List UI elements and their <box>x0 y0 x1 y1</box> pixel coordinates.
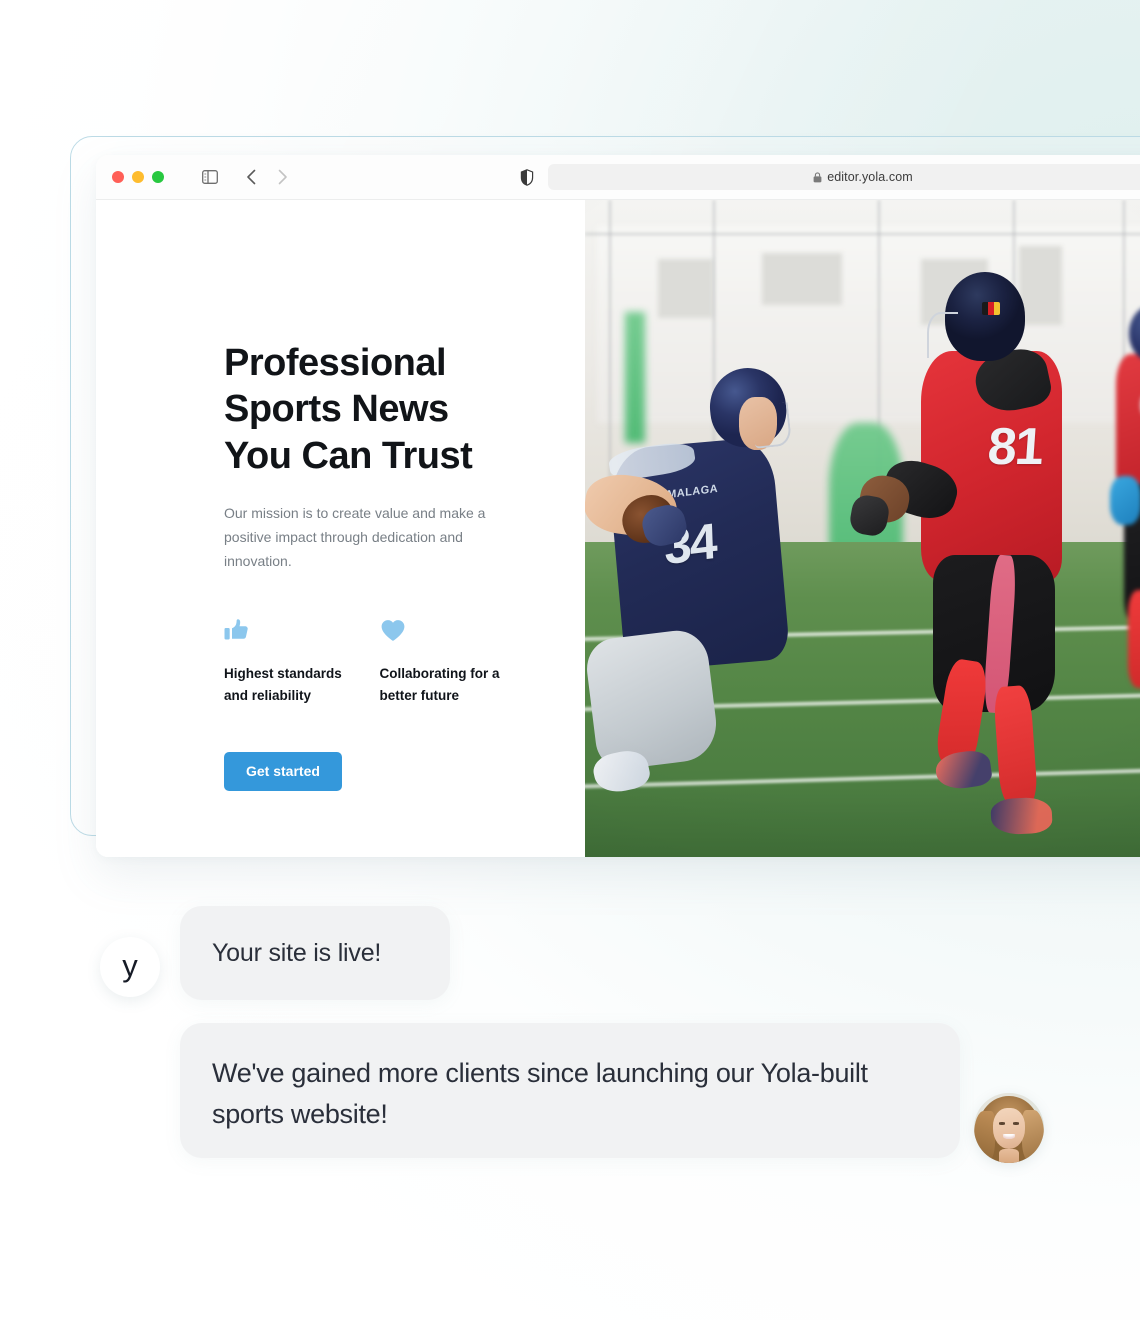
feature-item-collaboration: Collaborating for a better future <box>380 618 536 706</box>
browser-window: editor.yola.com Professional Sports News… <box>96 155 1140 857</box>
client-photo-avatar <box>974 1093 1044 1163</box>
yola-logo-text: y <box>122 947 138 983</box>
site-preview-canvas: Professional Sports News You Can Trust O… <box>96 200 1140 857</box>
hero-text-column: Professional Sports News You Can Trust O… <box>96 200 585 857</box>
toolbar-address-group: editor.yola.com <box>520 164 1140 190</box>
hero-feature-list: Highest standards and reliability Collab… <box>224 618 535 706</box>
heart-icon <box>380 618 536 652</box>
browser-toolbar: editor.yola.com <box>96 155 1140 200</box>
address-bar-content: editor.yola.com <box>813 170 913 184</box>
minimize-window-button[interactable] <box>132 171 144 183</box>
forward-button[interactable] <box>268 163 296 191</box>
chat-bubble-testimonial: We've gained more clients since launchin… <box>180 1023 960 1158</box>
yola-logo-avatar: y <box>100 937 160 997</box>
feature-label: Highest standards and reliability <box>224 666 342 703</box>
address-bar[interactable]: editor.yola.com <box>548 164 1140 190</box>
sidebar-toggle-icon[interactable] <box>196 163 224 191</box>
chat-bubble-site-live: Your site is live! <box>180 906 450 1000</box>
chat-message-text: We've gained more clients since launchin… <box>212 1058 868 1130</box>
maximize-window-button[interactable] <box>152 171 164 183</box>
feature-label: Collaborating for a better future <box>379 666 500 703</box>
hero-heading: Professional Sports News You Can Trust <box>224 342 473 477</box>
toolbar-navigation <box>196 163 296 191</box>
window-controls <box>112 171 164 183</box>
client-avatar-scene <box>974 1093 1044 1163</box>
feature-item-standards: Highest standards and reliability <box>224 618 380 706</box>
hero-photo: MALAGA 34 81 <box>585 200 1140 857</box>
close-window-button[interactable] <box>112 171 124 183</box>
hero-subtitle: Our mission is to create value and make … <box>224 505 486 570</box>
address-bar-url: editor.yola.com <box>827 170 913 184</box>
chat-message-text: Your site is live! <box>212 938 382 967</box>
back-button[interactable] <box>237 163 265 191</box>
hero-photo-scene: MALAGA 34 81 <box>585 200 1140 857</box>
privacy-shield-icon[interactable] <box>520 168 534 186</box>
lock-icon <box>813 171 822 182</box>
get-started-button[interactable]: Get started <box>224 751 342 791</box>
thumbs-up-icon <box>224 618 380 652</box>
